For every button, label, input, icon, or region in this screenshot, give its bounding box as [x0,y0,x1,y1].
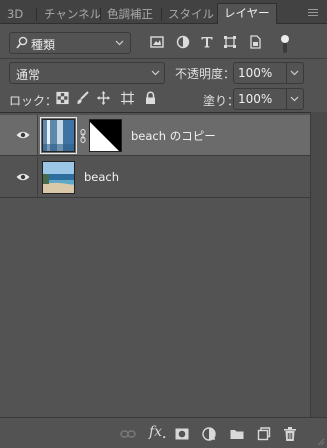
lock-move-icon[interactable] [97,91,110,105]
visibility-eye-icon[interactable] [16,172,30,182]
new-layer-icon[interactable] [256,426,272,442]
tab-styles[interactable]: スタイル [168,5,214,24]
lock-transparent-icon[interactable] [56,91,69,105]
layer-thumbnail[interactable] [42,161,75,194]
tab-3d[interactable]: 3D [7,5,23,24]
divider [0,58,327,59]
fill-value: 100% [238,92,273,106]
lock-brush-icon[interactable] [76,91,89,105]
visibility-eye-icon[interactable] [16,130,30,140]
blend-mode-value: 通常 [16,68,41,82]
blend-mode-dropdown[interactable]: 通常 [9,62,165,84]
filter-toggle-switch[interactable] [279,33,291,55]
trash-icon[interactable] [282,426,298,442]
layer-row[interactable]: beach [0,157,310,198]
lock-label: ロック： [9,94,58,108]
link-layers-icon[interactable] [120,426,136,442]
search-icon [16,36,28,49]
type-filter-icon[interactable] [200,34,214,50]
opacity-value: 100% [238,66,273,80]
tab-layers[interactable]: レイヤー [217,3,277,24]
lock-all-icon[interactable] [144,91,157,105]
panel-menu-icon[interactable] [308,9,318,16]
layer-name[interactable]: beach [84,170,119,184]
pixel-filter-icon[interactable] [150,34,164,50]
beach-thumbnail-image [43,162,74,193]
add-mask-icon[interactable] [174,426,190,442]
column-separator [37,115,38,156]
layers-panel: 3D チャンネル 色調補正 スタイル レイヤー 種類 通常 不透明度： 100%… [0,0,327,448]
chevron-down-icon [290,96,299,102]
tab-separator [100,8,101,21]
layer-name[interactable]: beach のコピー [131,128,216,144]
shape-filter-icon[interactable] [223,34,237,50]
fill-slider-button[interactable] [287,88,304,110]
chevron-down-icon [151,70,160,76]
tab-separator [161,8,162,21]
layers-list: beach のコピー beach [0,112,310,417]
mask-image [90,120,121,151]
beach-thumbnail-image [43,120,74,151]
fx-icon[interactable]: fx• [149,424,166,442]
opacity-label: 不透明度： [175,67,236,81]
layer-filter-dropdown[interactable]: 種類 [9,32,131,54]
layers-bottom-toolbar: fx• [0,417,327,448]
tab-separator [36,8,37,21]
opacity-slider-button[interactable] [287,62,304,84]
mask-link-icon[interactable] [80,129,86,143]
opacity-input[interactable]: 100% [233,62,287,84]
tab-channels[interactable]: チャンネル [44,5,101,24]
chevron-down-icon [290,70,299,76]
lock-artboard-icon[interactable] [121,91,134,105]
smart-object-filter-icon[interactable] [248,34,262,50]
layer-mask-thumbnail[interactable] [89,119,122,152]
adjustment-filter-icon[interactable] [176,34,190,50]
layer-row[interactable]: beach のコピー [0,115,310,156]
layers-scrollbar[interactable] [310,112,327,417]
tab-adjustments[interactable]: 色調補正 [107,5,153,24]
fx-label: fx [149,424,163,440]
resize-grip-icon[interactable] [317,438,325,446]
adjustment-layer-icon[interactable] [201,426,217,442]
fill-input[interactable]: 100% [233,88,287,110]
panel-tab-bar: 3D チャンネル 色調補正 スタイル レイヤー [0,0,327,24]
column-separator [37,157,38,198]
filter-kind-label: 種類 [31,38,56,52]
new-group-icon[interactable] [229,426,245,442]
layer-thumbnail[interactable] [40,117,77,154]
chevron-down-icon [115,40,124,46]
